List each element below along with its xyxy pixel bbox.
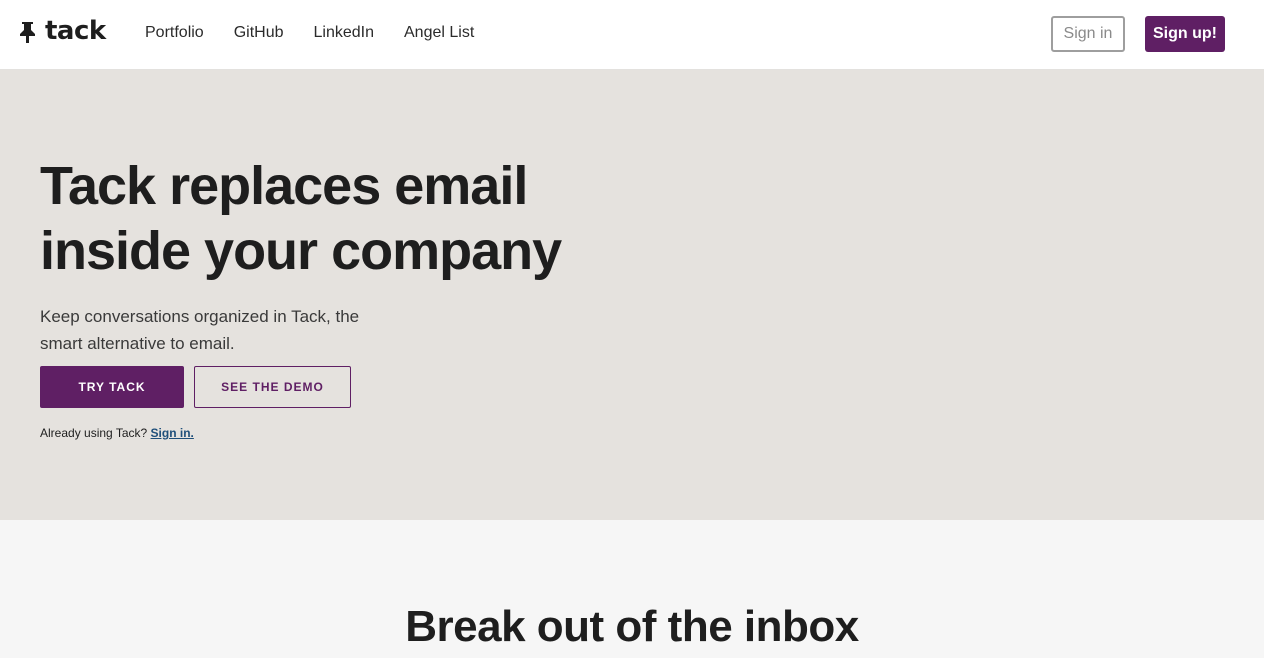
pushpin-icon (20, 22, 35, 43)
nav-link-linkedin[interactable]: LinkedIn (314, 24, 375, 42)
hero-title: Tack replaces email inside your company (40, 156, 562, 281)
main-nav: Portfolio GitHub LinkedIn Angel List (145, 24, 474, 42)
nav-link-github[interactable]: GitHub (234, 24, 284, 42)
hero-sign-in-link[interactable]: Sign in. (151, 426, 194, 440)
brand-logo[interactable]: tack (19, 14, 106, 48)
top-navbar: tack Portfolio GitHub LinkedIn Angel Lis… (0, 0, 1264, 70)
sign-in-button[interactable]: Sign in (1051, 16, 1125, 52)
section-title: Break out of the inbox (405, 602, 859, 651)
hero-subtitle: Keep conversations organized in Tack, th… (40, 307, 360, 353)
features-section: Break out of the inbox (0, 520, 1264, 658)
hero-section: Tack replaces email inside your company … (0, 70, 1264, 520)
try-tack-button[interactable]: TRY TACK (40, 366, 184, 408)
nav-link-portfolio[interactable]: Portfolio (145, 24, 204, 42)
already-using-text: Already using Tack? Sign in. (40, 426, 194, 440)
brand-name: tack (45, 16, 106, 46)
already-using-label: Already using Tack? (40, 426, 148, 440)
see-demo-button[interactable]: SEE THE DEMO (194, 366, 351, 408)
sign-up-button[interactable]: Sign up! (1145, 16, 1225, 52)
nav-link-angel-list[interactable]: Angel List (404, 24, 474, 42)
